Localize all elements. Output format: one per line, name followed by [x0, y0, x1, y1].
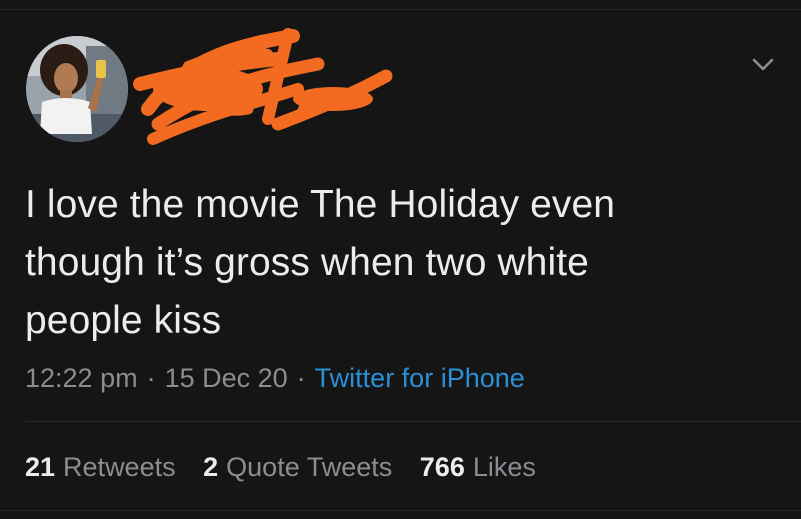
- retweets-stat[interactable]: 21 Retweets: [25, 450, 176, 484]
- tweet-text-line: though it’s gross when two white: [25, 241, 589, 284]
- tweet-text-line: I love the movie The Holiday even: [25, 183, 616, 226]
- tweet-source-link[interactable]: Twitter for iPhone: [315, 363, 525, 393]
- quote-tweets-count: 2: [203, 452, 219, 482]
- quote-tweets-stat[interactable]: 2 Quote Tweets: [203, 450, 392, 484]
- stats-divider: [25, 421, 801, 422]
- tweet-screen: I love the movie The Holiday even though…: [0, 0, 801, 519]
- tweet-time: 12:22 pm: [25, 363, 138, 393]
- tweet-stats: 21 Retweets 2 Quote Tweets 766 Likes: [25, 450, 556, 484]
- tweet-text-line: people kiss: [25, 299, 222, 342]
- avatar-photo: [26, 36, 128, 142]
- separator: ·: [296, 363, 306, 393]
- likes-count: 766: [419, 452, 465, 482]
- tweet-text: I love the movie The Holiday even though…: [25, 176, 765, 350]
- chevron-down-icon[interactable]: [748, 52, 778, 78]
- retweets-label: Retweets: [63, 452, 176, 482]
- likes-label: Likes: [472, 452, 536, 482]
- avatar[interactable]: [26, 36, 128, 142]
- tweet-date: 15 Dec 20: [164, 363, 288, 393]
- redaction-scribble: [133, 28, 393, 145]
- likes-stat[interactable]: 766 Likes: [420, 450, 536, 484]
- separator: ·: [146, 363, 156, 393]
- bottom-divider: [0, 510, 801, 511]
- top-divider: [0, 9, 801, 10]
- tweet-metadata: 12:22 pm · 15 Dec 20 · Twitter for iPhone: [25, 361, 525, 395]
- retweets-count: 21: [25, 452, 56, 482]
- quote-tweets-label: Quote Tweets: [226, 452, 393, 482]
